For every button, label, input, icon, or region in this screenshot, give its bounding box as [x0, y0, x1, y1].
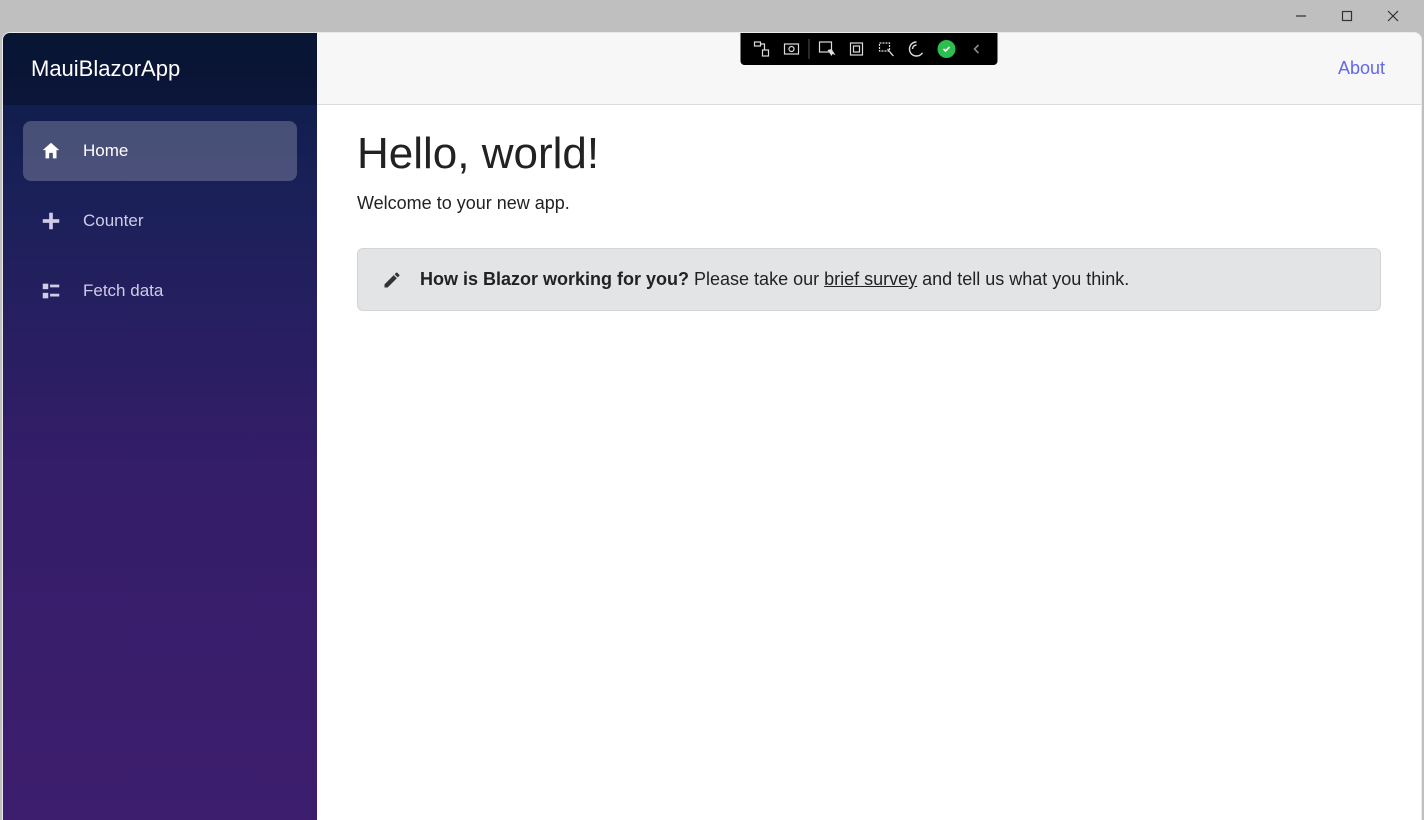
survey-link[interactable]: brief survey — [824, 269, 917, 289]
maximize-button[interactable] — [1324, 0, 1370, 32]
sidebar-item-label: Fetch data — [83, 281, 163, 301]
track-focus-icon — [878, 40, 896, 58]
survey-suffix: and tell us what you think. — [917, 269, 1129, 289]
survey-prefix: Please take our — [689, 269, 824, 289]
main-area: About Hello, world! Welcome to your new … — [317, 33, 1421, 820]
app-frame: MauiBlazorApp Home Counter — [2, 32, 1422, 820]
hot-reload-icon — [908, 40, 926, 58]
welcome-text: Welcome to your new app. — [357, 193, 1381, 214]
sidebar-nav: Home Counter — [3, 105, 317, 337]
debug-separator — [809, 39, 810, 59]
maximize-icon — [1341, 10, 1353, 22]
layout-adorners-icon — [848, 40, 866, 58]
home-icon — [39, 139, 63, 163]
survey-alert: How is Blazor working for you? Please ta… — [357, 248, 1381, 311]
close-icon — [1387, 10, 1399, 22]
status-ok-icon — [938, 40, 956, 58]
about-link[interactable]: About — [1338, 58, 1385, 79]
titlebar — [0, 0, 1424, 32]
list-icon — [39, 279, 63, 303]
sidebar-item-label: Home — [83, 141, 128, 161]
app-window: MauiBlazorApp Home Counter — [0, 0, 1424, 820]
page-title: Hello, world! — [357, 129, 1381, 179]
sidebar-item-counter[interactable]: Counter — [23, 191, 297, 251]
select-element-button[interactable] — [812, 35, 842, 63]
layout-adorners-button[interactable] — [842, 35, 872, 63]
debug-toolbar — [741, 33, 998, 65]
select-element-icon — [818, 40, 836, 58]
minimize-icon — [1295, 10, 1307, 22]
collapse-toolbar-button[interactable] — [962, 35, 992, 63]
close-button[interactable] — [1370, 0, 1416, 32]
survey-text: How is Blazor working for you? Please ta… — [420, 269, 1129, 290]
minimize-button[interactable] — [1278, 0, 1324, 32]
screenshot-button[interactable] — [777, 35, 807, 63]
hot-reload-button[interactable] — [902, 35, 932, 63]
sidebar: MauiBlazorApp Home Counter — [3, 33, 317, 820]
survey-question: How is Blazor working for you? — [420, 269, 689, 289]
page-content: Hello, world! Welcome to your new app. H… — [317, 105, 1421, 335]
app-brand: MauiBlazorApp — [3, 33, 317, 105]
live-visual-tree-button[interactable] — [747, 35, 777, 63]
pencil-icon — [382, 270, 402, 290]
track-focus-button[interactable] — [872, 35, 902, 63]
sidebar-item-label: Counter — [83, 211, 143, 231]
screenshot-icon — [783, 40, 801, 58]
sidebar-item-home[interactable]: Home — [23, 121, 297, 181]
plus-icon — [39, 209, 63, 233]
sidebar-item-fetch-data[interactable]: Fetch data — [23, 261, 297, 321]
live-visual-tree-icon — [753, 40, 771, 58]
collapse-chevron-icon — [970, 42, 984, 56]
status-ok-button[interactable] — [932, 35, 962, 63]
